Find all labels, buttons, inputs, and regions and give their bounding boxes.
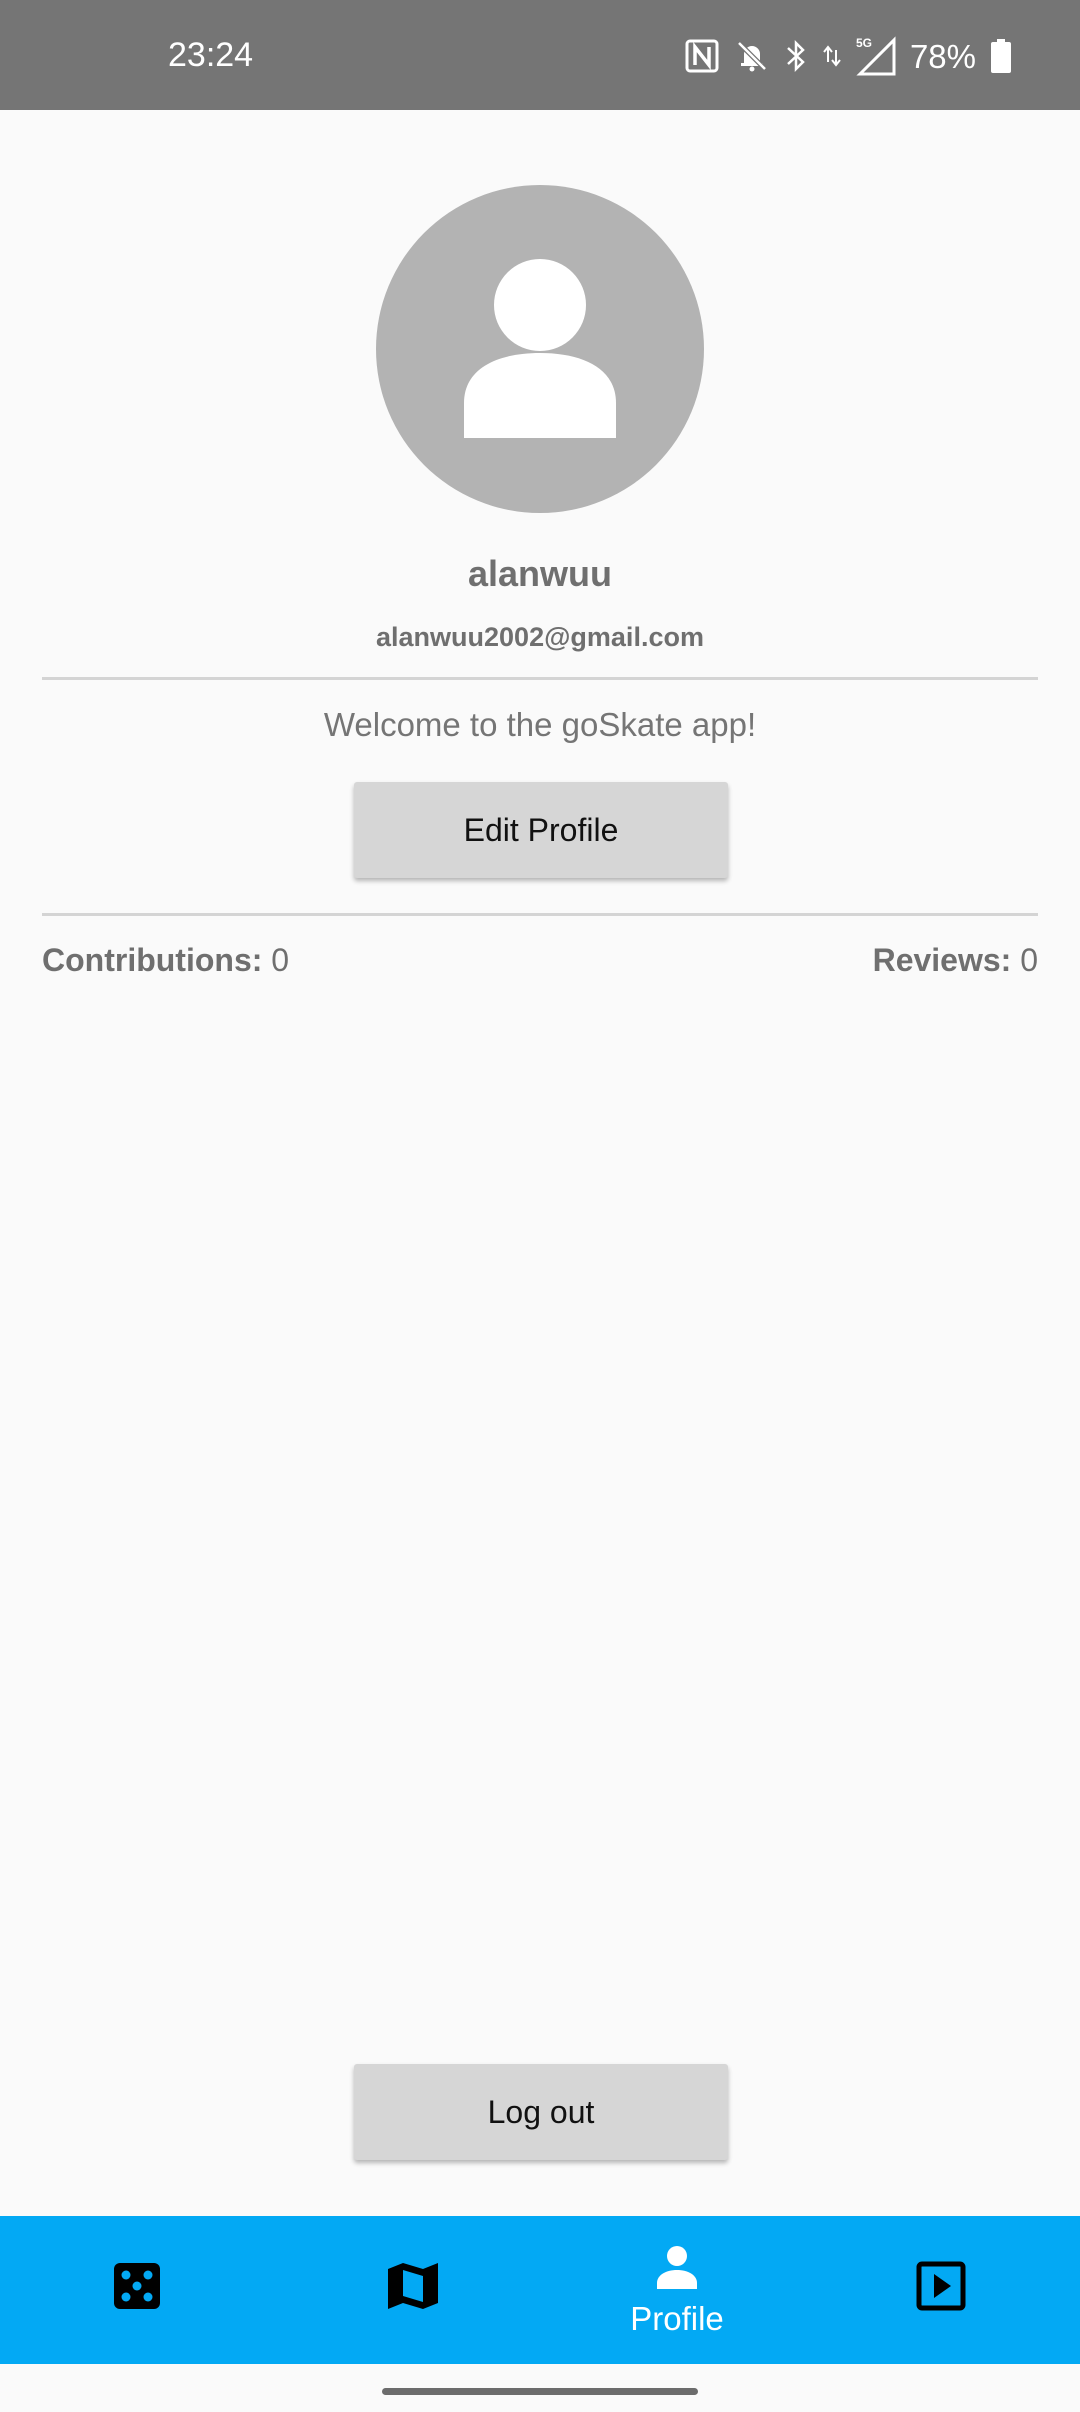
reviews-stat: Reviews: 0 bbox=[873, 942, 1038, 979]
contributions-stat: Contributions: 0 bbox=[42, 942, 289, 979]
username: alanwuu bbox=[467, 553, 613, 594]
dice-icon bbox=[112, 2261, 162, 2316]
data-arrows-icon bbox=[822, 38, 842, 74]
profile-screen: alanwuu alanwuu2002@gmail.com Welcome to… bbox=[0, 110, 1080, 2216]
edit-profile-button[interactable]: Edit Profile bbox=[354, 782, 728, 878]
avatar[interactable] bbox=[376, 185, 704, 513]
nfc-icon bbox=[684, 38, 720, 74]
welcome-message: Welcome to the goSkate app! bbox=[323, 706, 757, 743]
divider-bottom bbox=[42, 913, 1038, 916]
bluetooth-icon bbox=[784, 38, 808, 74]
reviews-value: 0 bbox=[1011, 942, 1038, 978]
reviews-label: Reviews: bbox=[872, 942, 1012, 978]
contributions-label: Contributions: bbox=[42, 942, 263, 978]
logout-button[interactable]: Log out bbox=[354, 2064, 728, 2160]
battery-percent: 78% bbox=[909, 37, 976, 75]
status-bar: 23:24 5G 78% bbox=[0, 0, 1080, 110]
contributions-value: 0 bbox=[262, 942, 290, 978]
battery-icon bbox=[990, 38, 1012, 74]
person-icon bbox=[464, 259, 616, 438]
status-time: 23:24 bbox=[168, 36, 254, 74]
nav-item-map[interactable] bbox=[278, 2216, 548, 2364]
play-box-icon bbox=[916, 2261, 966, 2316]
map-icon bbox=[386, 2261, 440, 2316]
signal-icon: 5G bbox=[856, 36, 896, 76]
nav-label-profile: Profile bbox=[630, 2299, 724, 2337]
home-indicator[interactable] bbox=[382, 2388, 698, 2395]
bell-off-icon bbox=[734, 38, 770, 74]
status-icons: 5G 78% bbox=[684, 36, 1012, 76]
person-icon bbox=[653, 2243, 701, 2296]
nav-item-profile[interactable]: Profile bbox=[542, 2216, 812, 2364]
nav-item-play[interactable] bbox=[806, 2216, 1076, 2364]
gesture-bar-area bbox=[0, 2364, 1080, 2412]
email: alanwuu2002@gmail.com bbox=[376, 622, 704, 652]
nav-item-dice[interactable] bbox=[2, 2216, 272, 2364]
bottom-nav: Profile bbox=[0, 2216, 1080, 2364]
divider-top bbox=[42, 677, 1038, 680]
svg-text:5G: 5G bbox=[856, 36, 872, 50]
